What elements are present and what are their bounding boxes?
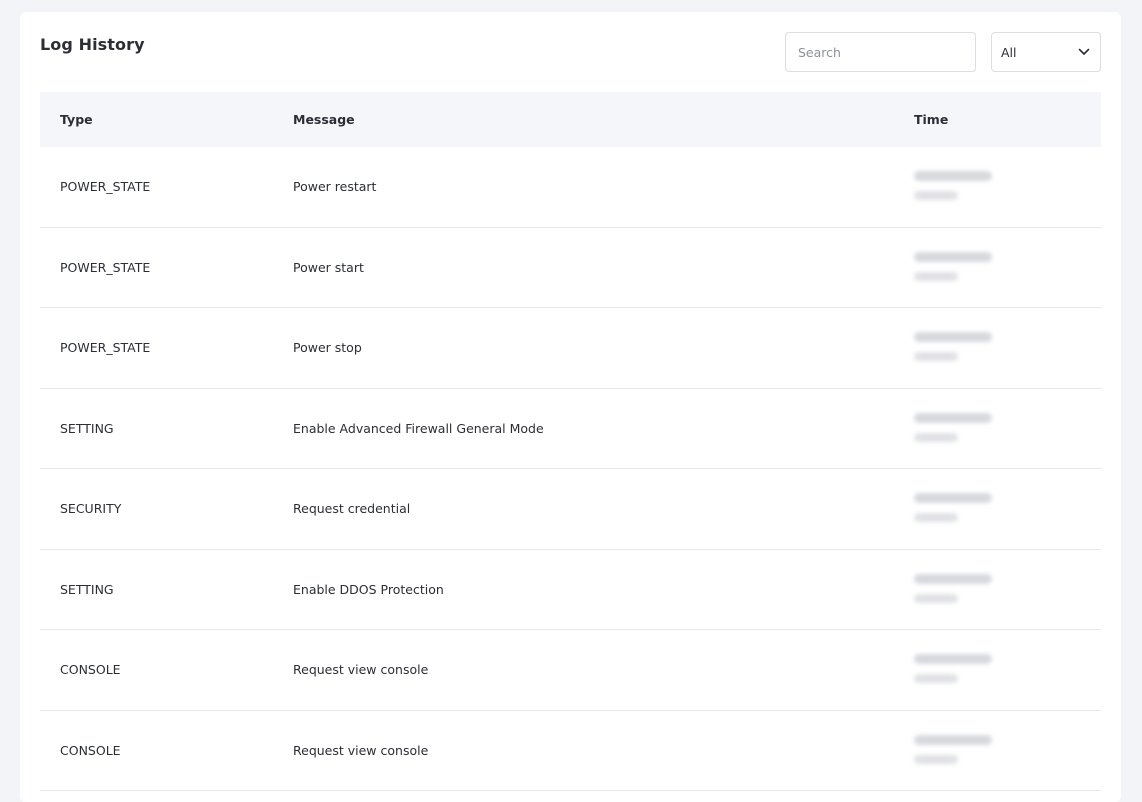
cell-time-redacted bbox=[914, 412, 1004, 445]
cell-time-redacted bbox=[914, 493, 1004, 525]
table-row: POWER_STATE Power start bbox=[40, 228, 1101, 308]
log-history-card: Log History All Type Message Time POWER_… bbox=[20, 12, 1121, 802]
search-input[interactable] bbox=[785, 32, 976, 72]
cell-type: SETTING bbox=[60, 420, 114, 436]
cell-message: Request view console bbox=[293, 742, 429, 758]
table-row: SECURITY Request credential bbox=[40, 469, 1101, 550]
cell-type: SETTING bbox=[60, 581, 114, 597]
column-header-time[interactable]: Time bbox=[914, 112, 948, 127]
log-table: Type Message Time POWER_STATE Power rest… bbox=[40, 92, 1101, 791]
table-row: POWER_STATE Power restart bbox=[40, 147, 1101, 228]
table-header: Type Message Time bbox=[40, 92, 1101, 147]
cell-time-redacted bbox=[914, 251, 1004, 284]
table-row: SETTING Enable DDOS Protection bbox=[40, 550, 1101, 630]
cell-time-redacted bbox=[914, 332, 1004, 364]
cell-message: Power start bbox=[293, 259, 364, 275]
page-title: Log History bbox=[40, 35, 145, 54]
column-header-type[interactable]: Type bbox=[60, 112, 93, 127]
filter-selected-value: All bbox=[1001, 44, 1017, 60]
table-row: SETTING Enable Advanced Firewall General… bbox=[40, 389, 1101, 469]
cell-time-redacted bbox=[914, 573, 1004, 606]
cell-message: Enable Advanced Firewall General Mode bbox=[293, 420, 544, 436]
cell-type: POWER_STATE bbox=[60, 340, 151, 356]
cell-type: CONSOLE bbox=[60, 662, 121, 678]
cell-time-redacted bbox=[914, 734, 1004, 767]
cell-message: Power stop bbox=[293, 340, 362, 356]
table-row: POWER_STATE Power stop bbox=[40, 308, 1101, 389]
cell-message: Enable DDOS Protection bbox=[293, 581, 444, 597]
cell-time-redacted bbox=[914, 171, 1004, 203]
cell-message: Request view console bbox=[293, 662, 429, 678]
cell-time-redacted bbox=[914, 654, 1004, 686]
cell-type: SECURITY bbox=[60, 501, 122, 517]
cell-message: Power restart bbox=[293, 179, 377, 195]
chevron-down-icon bbox=[1078, 48, 1090, 55]
table-row: CONSOLE Request view console bbox=[40, 711, 1101, 791]
cell-message: Request credential bbox=[293, 501, 411, 517]
cell-type: CONSOLE bbox=[60, 742, 121, 758]
type-filter-select[interactable]: All bbox=[991, 32, 1101, 72]
cell-type: POWER_STATE bbox=[60, 179, 151, 195]
table-row: CONSOLE Request view console bbox=[40, 630, 1101, 711]
column-header-message[interactable]: Message bbox=[293, 112, 355, 127]
cell-type: POWER_STATE bbox=[60, 259, 151, 275]
